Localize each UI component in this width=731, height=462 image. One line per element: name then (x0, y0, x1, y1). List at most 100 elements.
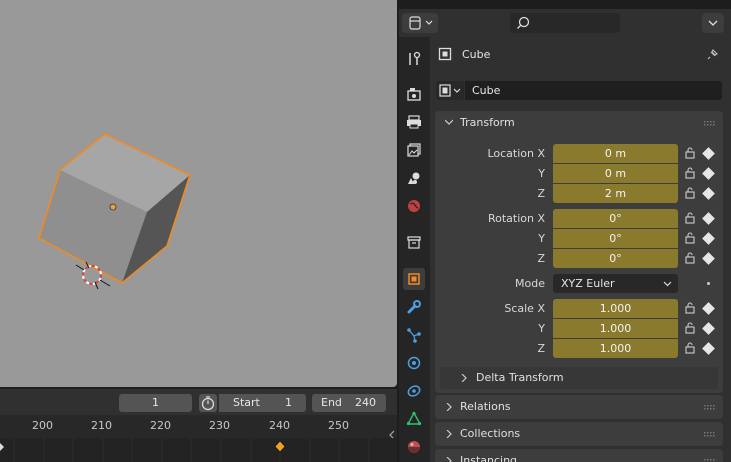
scale-x-field[interactable]: 1.000 (553, 299, 678, 318)
keyframe-icon[interactable] (702, 167, 715, 180)
search-icon (517, 16, 530, 29)
viewport-scene (38, 133, 191, 290)
keyframe-icon[interactable] (702, 302, 715, 315)
mode-label: Mode (515, 277, 545, 290)
3d-viewport[interactable] (0, 0, 397, 387)
location-y-field[interactable]: 0 m (553, 164, 678, 183)
lock-icon[interactable] (684, 342, 696, 354)
collections-panel[interactable]: Collections (435, 422, 723, 446)
tab-particles[interactable] (403, 324, 425, 346)
timeline-grid (0, 438, 370, 462)
tab-render[interactable] (403, 83, 425, 105)
lock-icon[interactable] (684, 212, 696, 224)
object-name-field[interactable]: Cube (465, 81, 722, 100)
properties-tabs (399, 37, 430, 462)
tab-data[interactable] (403, 408, 425, 430)
keyframe-icon[interactable] (702, 322, 715, 335)
keyframe-icon[interactable] (702, 342, 715, 355)
object-name-value: Cube (472, 84, 501, 97)
transform-panel-header[interactable]: Transform (435, 111, 723, 135)
object-origin[interactable] (109, 203, 117, 211)
keyframe-icon[interactable] (702, 252, 715, 265)
end-frame-field[interactable]: End 240 (312, 394, 386, 412)
lock-icon[interactable] (684, 167, 696, 179)
object-icon (438, 47, 452, 61)
options-dropdown[interactable] (702, 13, 724, 33)
transform-title: Transform (460, 116, 515, 129)
delta-transform-title: Delta Transform (476, 371, 564, 384)
tab-output[interactable] (403, 111, 425, 133)
tab-physics[interactable] (403, 352, 425, 374)
delta-transform-subpanel[interactable]: Delta Transform (440, 367, 718, 389)
rotation-y-label: Y (538, 232, 545, 245)
scale-label: Scale X (504, 302, 545, 315)
lock-icon[interactable] (684, 232, 696, 244)
lock-icon[interactable] (684, 187, 696, 199)
relations-panel[interactable]: Relations (435, 395, 723, 419)
tab-scene[interactable] (403, 167, 425, 189)
tab-material[interactable] (403, 436, 425, 458)
editor-type-icon (409, 16, 433, 30)
drag-grip-icon[interactable] (704, 432, 715, 437)
timeline-ruler[interactable]: 200 210 220 230 240 250 (0, 415, 397, 440)
chevron-right-icon (446, 457, 452, 462)
drag-grip-icon[interactable] (704, 121, 715, 126)
rotation-y-field[interactable]: 0° (553, 229, 678, 248)
rotation-x-field[interactable]: 0° (553, 209, 678, 228)
render-camera-icon (407, 88, 421, 101)
decorator-dot-icon[interactable] (707, 282, 710, 285)
scale-z-field[interactable]: 1.000 (553, 339, 678, 358)
pin-icon[interactable] (706, 47, 720, 61)
drag-grip-icon[interactable] (704, 405, 715, 410)
tab-object[interactable] (403, 268, 425, 290)
scale-y-label: Y (538, 322, 545, 335)
lock-icon[interactable] (684, 302, 696, 314)
transform-panel: Transform Location X 0 m Y 0 m Z 2 m Rot… (435, 111, 723, 393)
rotation-z-field[interactable]: 0° (553, 249, 678, 268)
stopwatch-icon (201, 396, 215, 411)
tab-tool[interactable] (403, 48, 425, 70)
object-name-label: Cube (462, 48, 491, 61)
end-value: 240 (355, 396, 376, 409)
wrench-icon (407, 300, 421, 314)
editor-type-button[interactable] (402, 13, 438, 33)
keyframe-icon[interactable] (702, 232, 715, 245)
keyframe-icon[interactable] (702, 147, 715, 160)
lock-icon[interactable] (684, 252, 696, 264)
timeline-track[interactable] (0, 438, 397, 462)
keyframe-icon[interactable] (702, 187, 715, 200)
particles-icon (407, 328, 421, 343)
chevron-right-icon (446, 403, 452, 411)
location-y-label: Y (538, 167, 545, 180)
world-icon (408, 200, 420, 212)
datablock-browse-button[interactable] (436, 81, 464, 100)
start-value: 1 (285, 396, 292, 409)
ruler-label: 200 (32, 419, 53, 432)
stopwatch-toggle[interactable] (199, 394, 217, 412)
scale-y-field[interactable]: 1.000 (553, 319, 678, 338)
rotation-mode-dropdown[interactable]: XYZ Euler (553, 274, 678, 293)
tab-view-layer[interactable] (403, 139, 425, 161)
chevron-right-icon (446, 430, 452, 438)
keyframe-icon[interactable] (702, 212, 715, 225)
start-label: Start (233, 396, 260, 409)
scene-icon (408, 172, 420, 184)
search-input[interactable] (510, 13, 620, 33)
tab-world[interactable] (403, 195, 425, 217)
tab-collection[interactable] (403, 231, 425, 253)
keyframe-marker[interactable] (274, 440, 286, 453)
constraints-icon (407, 385, 421, 397)
current-frame-field[interactable]: 1 (119, 394, 192, 412)
chevron-down-icon (708, 20, 718, 26)
tab-modifiers[interactable] (403, 296, 425, 318)
lock-icon[interactable] (684, 147, 696, 159)
object-icon (408, 273, 420, 285)
location-z-field[interactable]: 2 m (553, 184, 678, 203)
tab-constraints[interactable] (403, 380, 425, 402)
relations-title: Relations (460, 400, 511, 413)
start-frame-field[interactable]: Start 1 (219, 394, 306, 412)
instancing-panel[interactable]: Instancing (435, 449, 723, 462)
location-x-field[interactable]: 0 m (553, 144, 678, 163)
keyframe-marker[interactable] (0, 443, 4, 451)
lock-icon[interactable] (684, 322, 696, 334)
